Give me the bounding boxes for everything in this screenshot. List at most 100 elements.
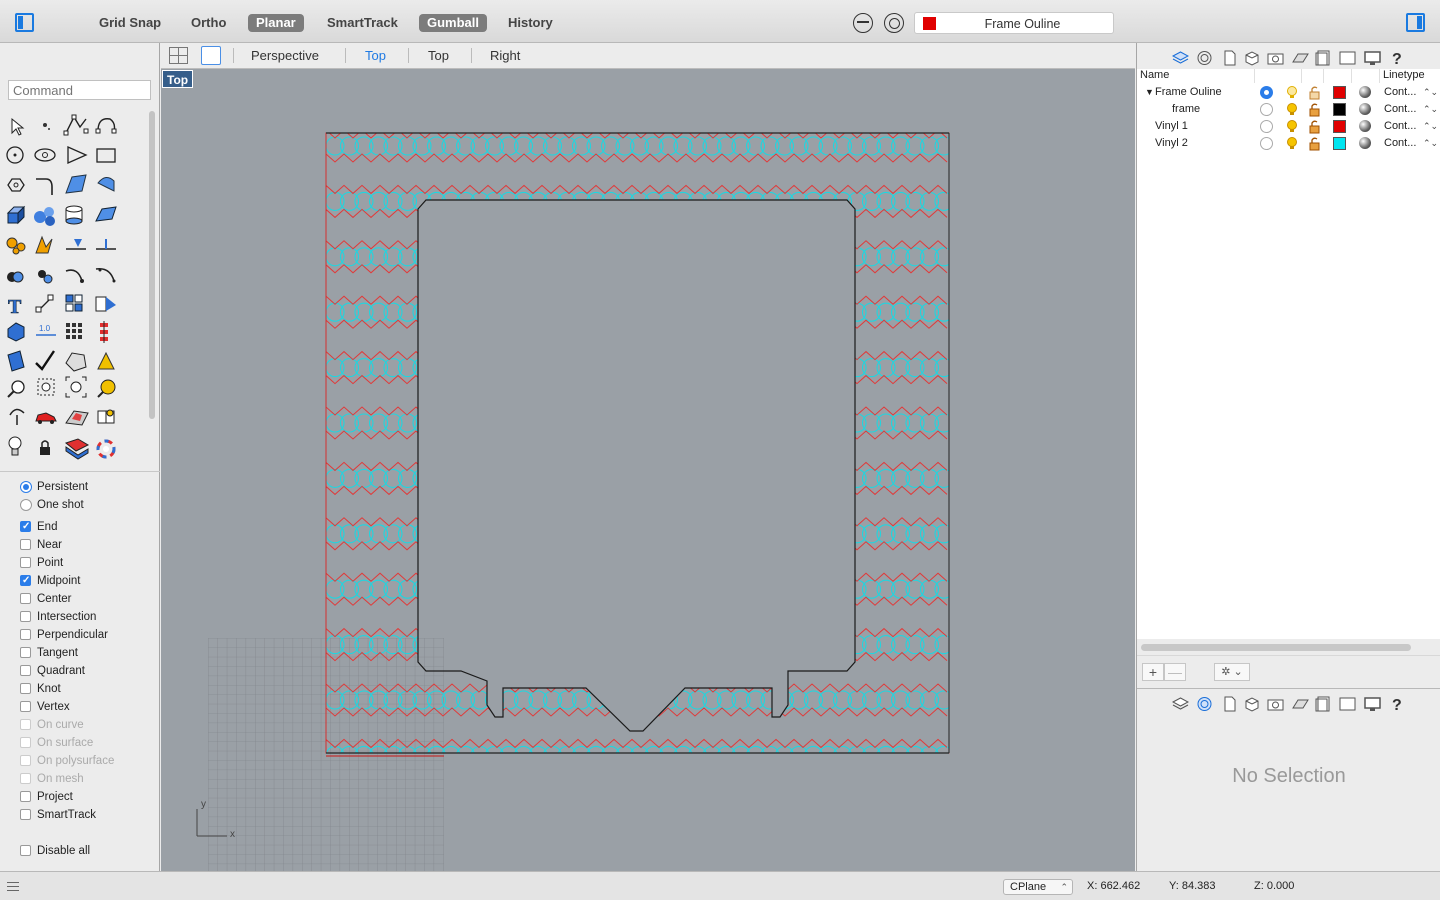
cplane-selector[interactable]: CPlane: [1003, 879, 1073, 895]
lock-icon[interactable]: [40, 440, 50, 455]
checkbox[interactable]: [20, 665, 31, 676]
column-color[interactable]: [1352, 69, 1380, 83]
cylinder-tool-icon[interactable]: [65, 205, 83, 225]
layer-color-swatch[interactable]: [1333, 120, 1346, 133]
layer-row[interactable]: frame Cont... ⌃⌄: [1137, 101, 1440, 118]
layer-linetype[interactable]: Cont...: [1384, 135, 1416, 152]
align-tool-icon[interactable]: [100, 321, 108, 343]
color-wheel-icon[interactable]: [96, 439, 116, 459]
light-bulb-icon[interactable]: [1285, 119, 1299, 134]
layer-name[interactable]: frame: [1172, 101, 1200, 118]
object-cube-icon[interactable]: [1243, 696, 1260, 712]
sidebar-toggle-icon[interactable]: [15, 13, 34, 32]
surface-tool-icon[interactable]: [95, 206, 117, 222]
stepper-icon[interactable]: ⌃⌄: [1423, 101, 1438, 118]
zoom-selected-icon[interactable]: [97, 379, 116, 398]
fillet-tool-icon[interactable]: [36, 178, 53, 195]
stepper-icon[interactable]: ⌃⌄: [1423, 84, 1438, 101]
group-tool-icon[interactable]: [65, 294, 83, 312]
rebuild-curve-icon[interactable]: [95, 267, 116, 283]
layer-row[interactable]: Vinyl 2 Cont... ⌃⌄: [1137, 135, 1440, 152]
checkbox[interactable]: [20, 647, 31, 658]
record-history-icon[interactable]: [884, 13, 904, 33]
column-name[interactable]: Name: [1137, 69, 1255, 83]
display-icon[interactable]: [1364, 696, 1381, 712]
radio-button[interactable]: [20, 499, 32, 511]
layer-linetype[interactable]: Cont...: [1384, 118, 1416, 135]
layer-options-menu[interactable]: ✲ ⌄: [1214, 663, 1250, 681]
layer-color-swatch[interactable]: [1333, 137, 1346, 150]
menu-icon[interactable]: [7, 882, 19, 891]
column-lock[interactable]: [1324, 69, 1352, 83]
tool-palette-scrollbar[interactable]: [149, 111, 155, 419]
checkbox[interactable]: [20, 737, 31, 748]
boolean-difference-icon[interactable]: [38, 270, 53, 284]
viewport-title[interactable]: Top: [162, 70, 194, 88]
document-icon[interactable]: [1221, 696, 1238, 712]
layer-linetype[interactable]: Cont...: [1384, 84, 1416, 101]
arc-tool-icon[interactable]: [67, 145, 88, 165]
planar-button[interactable]: Planar: [248, 14, 304, 32]
curve-tool-icon[interactable]: [95, 118, 117, 134]
checkbox[interactable]: [20, 755, 31, 766]
select-tool-icon[interactable]: [11, 117, 25, 136]
tab-right[interactable]: Right: [490, 48, 520, 63]
material-icon[interactable]: [1359, 103, 1371, 115]
zoom-tool-icon[interactable]: [7, 380, 25, 398]
polygon-tool-icon[interactable]: [7, 178, 25, 192]
checkbox[interactable]: [20, 701, 31, 712]
document-icon[interactable]: [1221, 50, 1238, 66]
checkbox[interactable]: [20, 557, 31, 568]
single-viewport-layout-icon[interactable]: [201, 46, 221, 65]
ellipse-tool-icon[interactable]: [34, 148, 56, 162]
array-tool-icon[interactable]: [66, 323, 82, 339]
help-icon[interactable]: ?: [1389, 50, 1406, 66]
layer-row[interactable]: ▼ Frame Ouline Cont... ⌃⌄: [1137, 84, 1440, 101]
radio-button[interactable]: [20, 481, 32, 493]
point-tool-icon[interactable]: [43, 123, 50, 130]
material-icon[interactable]: [1359, 120, 1371, 132]
tab-perspective[interactable]: Perspective: [251, 48, 319, 63]
text-tool-icon[interactable]: T: [8, 296, 23, 319]
layer-name[interactable]: Vinyl 2: [1155, 135, 1188, 152]
material-icon[interactable]: [1359, 137, 1371, 149]
smarttrack-button[interactable]: SmartTrack: [319, 14, 406, 32]
tab-top-2[interactable]: Top: [428, 48, 449, 63]
panel-toggle-icon[interactable]: [1406, 13, 1425, 32]
light-bulb-icon[interactable]: [8, 436, 22, 456]
tab-top[interactable]: Top: [365, 48, 386, 63]
boolean-union-icon[interactable]: [7, 271, 24, 283]
checkbox[interactable]: [20, 773, 31, 784]
layers-icon[interactable]: [1172, 696, 1189, 712]
filter-icon[interactable]: [853, 13, 873, 33]
current-layer-selector[interactable]: Frame Ouline: [914, 12, 1114, 34]
checkbox[interactable]: [20, 809, 31, 820]
ortho-button[interactable]: Ortho: [183, 14, 234, 32]
circle-tool-icon[interactable]: [6, 146, 24, 164]
layer-row[interactable]: Vinyl 1 Cont... ⌃⌄: [1137, 118, 1440, 135]
current-layer-radio[interactable]: [1260, 103, 1273, 116]
sphere-tool-icon[interactable]: [34, 207, 55, 226]
texture-icon[interactable]: [1292, 696, 1309, 712]
unlock-icon[interactable]: [1307, 136, 1321, 151]
texture-icon[interactable]: [1292, 50, 1309, 66]
move-tool-icon[interactable]: [35, 294, 54, 313]
page-layout-icon[interactable]: [1315, 696, 1332, 712]
stepper-icon[interactable]: ⌃⌄: [1423, 135, 1438, 152]
checkbox[interactable]: [20, 683, 31, 694]
rotate-view-icon[interactable]: [9, 408, 25, 425]
scale-tool-icon[interactable]: [95, 296, 116, 312]
checkbox[interactable]: [20, 791, 31, 802]
layer-tool-icon[interactable]: [64, 438, 90, 460]
rectangle-tool-icon[interactable]: [96, 148, 116, 163]
checkbox[interactable]: [20, 845, 31, 856]
viewport-canvas[interactable]: y x: [161, 69, 1135, 871]
light-bulb-icon[interactable]: [1285, 102, 1299, 117]
checkbox[interactable]: [20, 719, 31, 730]
expand-triangle-icon[interactable]: ▼: [1145, 84, 1154, 101]
split-tool-icon[interactable]: [66, 239, 86, 250]
properties-icon[interactable]: [1196, 50, 1213, 66]
box-tool-icon[interactable]: [6, 205, 26, 225]
layer-name[interactable]: Vinyl 1: [1155, 118, 1188, 135]
analyze-tool-icon[interactable]: [7, 350, 25, 372]
